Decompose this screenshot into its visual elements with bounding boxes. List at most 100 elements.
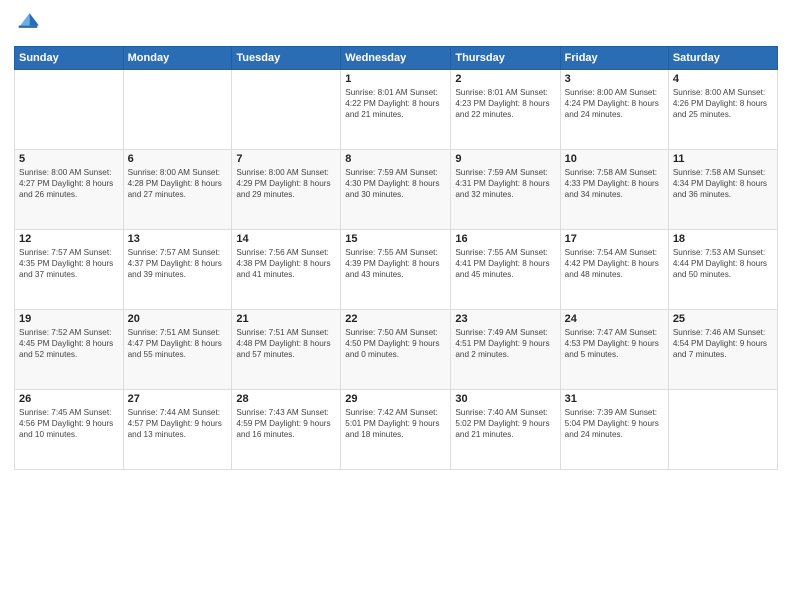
day-number: 12 — [19, 233, 119, 245]
cell-text: Sunrise: 7:44 AM Sunset: 4:57 PM Dayligh… — [128, 407, 228, 440]
cell-text: Sunrise: 7:55 AM Sunset: 4:41 PM Dayligh… — [455, 247, 555, 280]
cell-text: Sunrise: 7:46 AM Sunset: 4:54 PM Dayligh… — [673, 327, 773, 360]
day-number: 19 — [19, 313, 119, 325]
calendar-cell: 30 Sunrise: 7:40 AM Sunset: 5:02 PM Dayli… — [451, 390, 560, 470]
week-row-2: 5 Sunrise: 8:00 AM Sunset: 4:27 PM Daylig… — [15, 150, 778, 230]
day-number: 31 — [565, 393, 664, 405]
calendar-cell: 11 Sunrise: 7:58 AM Sunset: 4:34 PM Dayli… — [668, 150, 777, 230]
cell-text: Sunrise: 7:40 AM Sunset: 5:02 PM Dayligh… — [455, 407, 555, 440]
day-number: 10 — [565, 153, 664, 165]
calendar-cell: 17Sunrise: 7:54 AM Sunset: 4:42 PM Dayli… — [560, 230, 668, 310]
calendar-table: SundayMondayTuesdayWednesdayThursdayFrid… — [14, 46, 778, 470]
cell-text: Sunrise: 7:45 AM Sunset: 4:56 PM Dayligh… — [19, 407, 119, 440]
calendar-cell: 2 Sunrise: 8:01 AM Sunset: 4:23 PM Daylig… — [451, 70, 560, 150]
cell-text: Sunrise: 8:00 AM Sunset: 4:24 PM Dayligh… — [565, 87, 664, 120]
cell-text: Sunrise: 7:53 AM Sunset: 4:44 PM Dayligh… — [673, 247, 773, 280]
header — [14, 10, 778, 38]
cell-text: Sunrise: 8:00 AM Sunset: 4:28 PM Dayligh… — [128, 167, 228, 200]
day-number: 23 — [455, 313, 555, 325]
col-header-tuesday: Tuesday — [232, 47, 341, 70]
day-number: 2 — [455, 73, 555, 85]
day-number: 11 — [673, 153, 773, 165]
day-number: 4 — [673, 73, 773, 85]
cell-text: Sunrise: 7:55 AM Sunset: 4:39 PM Dayligh… — [345, 247, 446, 280]
day-number: 24 — [565, 313, 664, 325]
calendar-cell: 6 Sunrise: 8:00 AM Sunset: 4:28 PM Daylig… — [123, 150, 232, 230]
cell-text: Sunrise: 8:01 AM Sunset: 4:23 PM Dayligh… — [455, 87, 555, 120]
day-number: 13 — [128, 233, 228, 245]
day-number: 17 — [565, 233, 664, 245]
cell-text: Sunrise: 7:42 AM Sunset: 5:01 PM Dayligh… — [345, 407, 446, 440]
week-row-5: 26 Sunrise: 7:45 AM Sunset: 4:56 PM Dayli… — [15, 390, 778, 470]
calendar-cell: 22 Sunrise: 7:50 AM Sunset: 4:50 PM Dayli… — [341, 310, 451, 390]
calendar-cell: 3Sunrise: 8:00 AM Sunset: 4:24 PM Daylig… — [560, 70, 668, 150]
calendar-cell: 27 Sunrise: 7:44 AM Sunset: 4:57 PM Dayli… — [123, 390, 232, 470]
cell-text: Sunrise: 7:47 AM Sunset: 4:53 PM Dayligh… — [565, 327, 664, 360]
logo-icon — [14, 10, 42, 38]
col-header-monday: Monday — [123, 47, 232, 70]
calendar-cell — [668, 390, 777, 470]
calendar-cell: 15 Sunrise: 7:55 AM Sunset: 4:39 PM Dayli… — [341, 230, 451, 310]
cell-text: Sunrise: 7:52 AM Sunset: 4:45 PM Dayligh… — [19, 327, 119, 360]
cell-text: Sunrise: 7:51 AM Sunset: 4:48 PM Dayligh… — [236, 327, 336, 360]
col-header-sunday: Sunday — [15, 47, 124, 70]
day-number: 20 — [128, 313, 228, 325]
day-number: 1 — [345, 73, 446, 85]
calendar-cell: 12 Sunrise: 7:57 AM Sunset: 4:35 PM Dayli… — [15, 230, 124, 310]
cell-text: Sunrise: 8:00 AM Sunset: 4:29 PM Dayligh… — [236, 167, 336, 200]
cell-text: Sunrise: 7:57 AM Sunset: 4:35 PM Dayligh… — [19, 247, 119, 280]
cell-text: Sunrise: 7:43 AM Sunset: 4:59 PM Dayligh… — [236, 407, 336, 440]
day-number: 15 — [345, 233, 446, 245]
calendar-cell: 20 Sunrise: 7:51 AM Sunset: 4:47 PM Dayli… — [123, 310, 232, 390]
cell-text: Sunrise: 7:39 AM Sunset: 5:04 PM Dayligh… — [565, 407, 664, 440]
day-number: 28 — [236, 393, 336, 405]
calendar-cell — [15, 70, 124, 150]
calendar-cell: 26 Sunrise: 7:45 AM Sunset: 4:56 PM Dayli… — [15, 390, 124, 470]
cell-text: Sunrise: 7:58 AM Sunset: 4:34 PM Dayligh… — [673, 167, 773, 200]
col-header-saturday: Saturday — [668, 47, 777, 70]
day-number: 16 — [455, 233, 555, 245]
calendar-cell: 28 Sunrise: 7:43 AM Sunset: 4:59 PM Dayli… — [232, 390, 341, 470]
cell-text: Sunrise: 7:59 AM Sunset: 4:30 PM Dayligh… — [345, 167, 446, 200]
page: SundayMondayTuesdayWednesdayThursdayFrid… — [0, 0, 792, 612]
day-number: 25 — [673, 313, 773, 325]
day-number: 7 — [236, 153, 336, 165]
day-number: 22 — [345, 313, 446, 325]
day-number: 30 — [455, 393, 555, 405]
week-row-4: 19 Sunrise: 7:52 AM Sunset: 4:45 PM Dayli… — [15, 310, 778, 390]
calendar-header-row: SundayMondayTuesdayWednesdayThursdayFrid… — [15, 47, 778, 70]
cell-text: Sunrise: 7:58 AM Sunset: 4:33 PM Dayligh… — [565, 167, 664, 200]
calendar-cell: 5 Sunrise: 8:00 AM Sunset: 4:27 PM Daylig… — [15, 150, 124, 230]
cell-text: Sunrise: 8:00 AM Sunset: 4:26 PM Dayligh… — [673, 87, 773, 120]
day-number: 5 — [19, 153, 119, 165]
week-row-1: 1 Sunrise: 8:01 AM Sunset: 4:22 PM Daylig… — [15, 70, 778, 150]
day-number: 29 — [345, 393, 446, 405]
cell-text: Sunrise: 8:00 AM Sunset: 4:27 PM Dayligh… — [19, 167, 119, 200]
day-number: 26 — [19, 393, 119, 405]
calendar-cell: 4 Sunrise: 8:00 AM Sunset: 4:26 PM Daylig… — [668, 70, 777, 150]
week-row-3: 12 Sunrise: 7:57 AM Sunset: 4:35 PM Dayli… — [15, 230, 778, 310]
calendar-cell: 23 Sunrise: 7:49 AM Sunset: 4:51 PM Dayli… — [451, 310, 560, 390]
calendar-cell: 16 Sunrise: 7:55 AM Sunset: 4:41 PM Dayli… — [451, 230, 560, 310]
day-number: 27 — [128, 393, 228, 405]
col-header-wednesday: Wednesday — [341, 47, 451, 70]
calendar-cell: 10 Sunrise: 7:58 AM Sunset: 4:33 PM Dayli… — [560, 150, 668, 230]
calendar-cell: 9Sunrise: 7:59 AM Sunset: 4:31 PM Daylig… — [451, 150, 560, 230]
cell-text: Sunrise: 7:56 AM Sunset: 4:38 PM Dayligh… — [236, 247, 336, 280]
day-number: 14 — [236, 233, 336, 245]
logo — [14, 10, 46, 38]
calendar-cell: 19 Sunrise: 7:52 AM Sunset: 4:45 PM Dayli… — [15, 310, 124, 390]
col-header-friday: Friday — [560, 47, 668, 70]
cell-text: Sunrise: 7:49 AM Sunset: 4:51 PM Dayligh… — [455, 327, 555, 360]
cell-text: Sunrise: 7:50 AM Sunset: 4:50 PM Dayligh… — [345, 327, 446, 360]
calendar-cell: 18Sunrise: 7:53 AM Sunset: 4:44 PM Dayli… — [668, 230, 777, 310]
calendar-cell — [123, 70, 232, 150]
cell-text: Sunrise: 7:51 AM Sunset: 4:47 PM Dayligh… — [128, 327, 228, 360]
calendar-cell: 31 Sunrise: 7:39 AM Sunset: 5:04 PM Dayli… — [560, 390, 668, 470]
calendar-cell: 25 Sunrise: 7:46 AM Sunset: 4:54 PM Dayli… — [668, 310, 777, 390]
col-header-thursday: Thursday — [451, 47, 560, 70]
day-number: 6 — [128, 153, 228, 165]
calendar-cell — [232, 70, 341, 150]
cell-text: Sunrise: 8:01 AM Sunset: 4:22 PM Dayligh… — [345, 87, 446, 120]
calendar-cell: 14 Sunrise: 7:56 AM Sunset: 4:38 PM Dayli… — [232, 230, 341, 310]
